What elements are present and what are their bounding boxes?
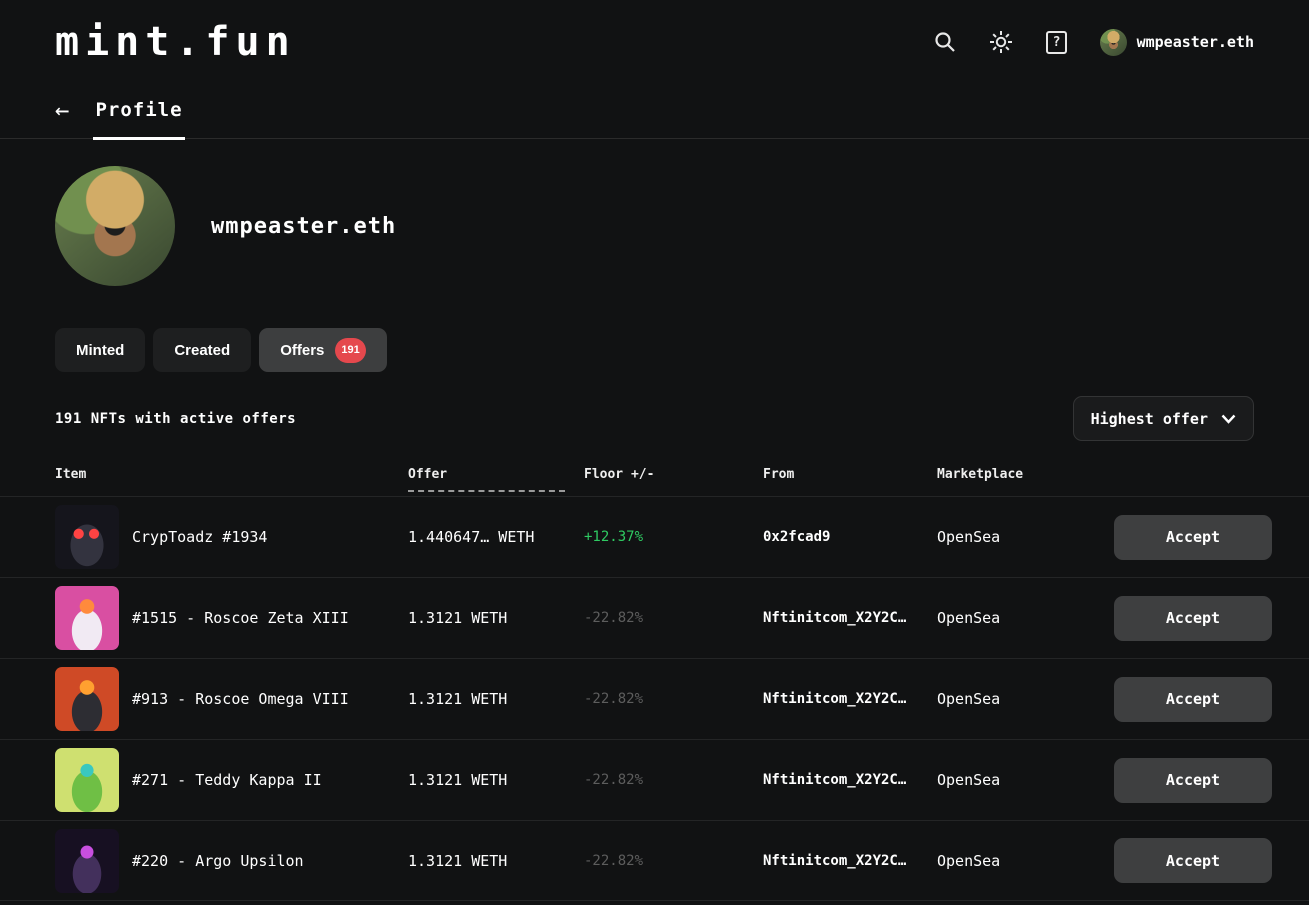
floor-delta: -22.82%	[584, 691, 763, 707]
nft-thumbnail	[55, 748, 119, 812]
help-icon[interactable]: ?	[1044, 29, 1070, 55]
theme-sun-icon[interactable]	[988, 29, 1014, 55]
chevron-down-icon	[1221, 414, 1236, 424]
col-header-marketplace: Marketplace	[937, 467, 1114, 482]
offer-from: Nftinitcom_X2Y2C…	[763, 772, 937, 788]
table-row: #271 - Teddy Kappa II 1.3121 WETH -22.82…	[0, 739, 1309, 820]
search-icon[interactable]	[932, 29, 958, 55]
account-menu[interactable]: wmpeaster.eth	[1100, 29, 1254, 56]
item-link[interactable]: #1515 - Roscoe Zeta XIII	[55, 586, 408, 650]
header-actions: ? wmpeaster.eth	[932, 29, 1254, 56]
offer-value: 1.440647… WETH	[408, 528, 584, 546]
table-header: Item Offer Floor +/- From Marketplace	[0, 441, 1309, 496]
col-header-item: Item	[55, 467, 408, 482]
tab-offers-label: Offers	[280, 342, 324, 359]
offer-value: 1.3121 WETH	[408, 609, 584, 627]
item-link[interactable]: CrypToadz #1934	[55, 505, 408, 569]
offer-from: 0x2fcad9	[763, 529, 937, 545]
accept-button[interactable]: Accept	[1114, 596, 1272, 641]
accept-button[interactable]: Accept	[1114, 677, 1272, 722]
item-link[interactable]: #913 - Roscoe Omega VIII	[55, 667, 408, 731]
tab-minted-label: Minted	[76, 342, 124, 359]
table-row: CrypToadz #1934 1.440647… WETH +12.37% 0…	[0, 496, 1309, 577]
offer-from: Nftinitcom_X2Y2C…	[763, 691, 937, 707]
offer-from: Nftinitcom_X2Y2C…	[763, 853, 937, 869]
back-button[interactable]: ←	[55, 98, 69, 138]
item-link[interactable]: #220 - Argo Upsilon	[55, 829, 408, 893]
item-name: #271 - Teddy Kappa II	[132, 771, 322, 789]
item-name: #913 - Roscoe Omega VIII	[132, 690, 349, 708]
marketplace: OpenSea	[937, 771, 1114, 789]
nft-thumbnail	[55, 667, 119, 731]
marketplace: OpenSea	[937, 690, 1114, 708]
col-header-offer[interactable]: Offer	[408, 467, 565, 492]
page-title: Profile	[93, 98, 184, 140]
top-bar: mint.fun ? wmpea	[0, 0, 1309, 64]
marketplace: OpenSea	[937, 852, 1114, 870]
profile-avatar	[55, 166, 175, 286]
offer-value: 1.3121 WETH	[408, 771, 584, 789]
profile-tabs: Minted Created Offers 191	[0, 286, 1309, 372]
profile-section: wmpeaster.eth	[0, 139, 1309, 286]
tab-created-label: Created	[174, 342, 230, 359]
accept-button[interactable]: Accept	[1114, 758, 1272, 803]
offers-table: CrypToadz #1934 1.440647… WETH +12.37% 0…	[0, 496, 1309, 901]
sort-dropdown[interactable]: Highest offer	[1073, 396, 1254, 441]
profile-name: wmpeaster.eth	[211, 214, 396, 239]
account-name: wmpeaster.eth	[1137, 33, 1254, 51]
mintfun-logo[interactable]: mint.fun	[55, 20, 296, 64]
table-row: #1515 - Roscoe Zeta XIII 1.3121 WETH -22…	[0, 577, 1309, 658]
offers-summary: 191 NFTs with active offers	[55, 411, 296, 427]
tab-offers[interactable]: Offers 191	[259, 328, 387, 372]
sort-label: Highest offer	[1091, 410, 1208, 428]
offers-count-badge: 191	[335, 338, 365, 363]
marketplace: OpenSea	[937, 528, 1114, 546]
nft-thumbnail	[55, 829, 119, 893]
table-row: #220 - Argo Upsilon 1.3121 WETH -22.82% …	[0, 820, 1309, 901]
nft-thumbnail	[55, 586, 119, 650]
offer-value: 1.3121 WETH	[408, 852, 584, 870]
nft-thumbnail	[55, 505, 119, 569]
table-row: #913 - Roscoe Omega VIII 1.3121 WETH -22…	[0, 658, 1309, 739]
item-link[interactable]: #271 - Teddy Kappa II	[55, 748, 408, 812]
help-glyph: ?	[1046, 31, 1067, 54]
summary-row: 191 NFTs with active offers Highest offe…	[0, 372, 1309, 441]
col-header-floor: Floor +/-	[584, 467, 763, 482]
item-name: #220 - Argo Upsilon	[132, 852, 304, 870]
accept-button[interactable]: Accept	[1114, 515, 1272, 560]
marketplace: OpenSea	[937, 609, 1114, 627]
floor-delta: +12.37%	[584, 529, 763, 545]
item-name: #1515 - Roscoe Zeta XIII	[132, 609, 349, 627]
page-nav: ← Profile	[0, 64, 1309, 139]
tab-created[interactable]: Created	[153, 328, 251, 372]
tab-minted[interactable]: Minted	[55, 328, 145, 372]
offer-from: Nftinitcom_X2Y2C…	[763, 610, 937, 626]
avatar	[1100, 29, 1127, 56]
item-name: CrypToadz #1934	[132, 528, 267, 546]
floor-delta: -22.82%	[584, 610, 763, 626]
offer-value: 1.3121 WETH	[408, 690, 584, 708]
floor-delta: -22.82%	[584, 853, 763, 869]
floor-delta: -22.82%	[584, 772, 763, 788]
col-header-from: From	[763, 467, 937, 482]
accept-button[interactable]: Accept	[1114, 838, 1272, 883]
